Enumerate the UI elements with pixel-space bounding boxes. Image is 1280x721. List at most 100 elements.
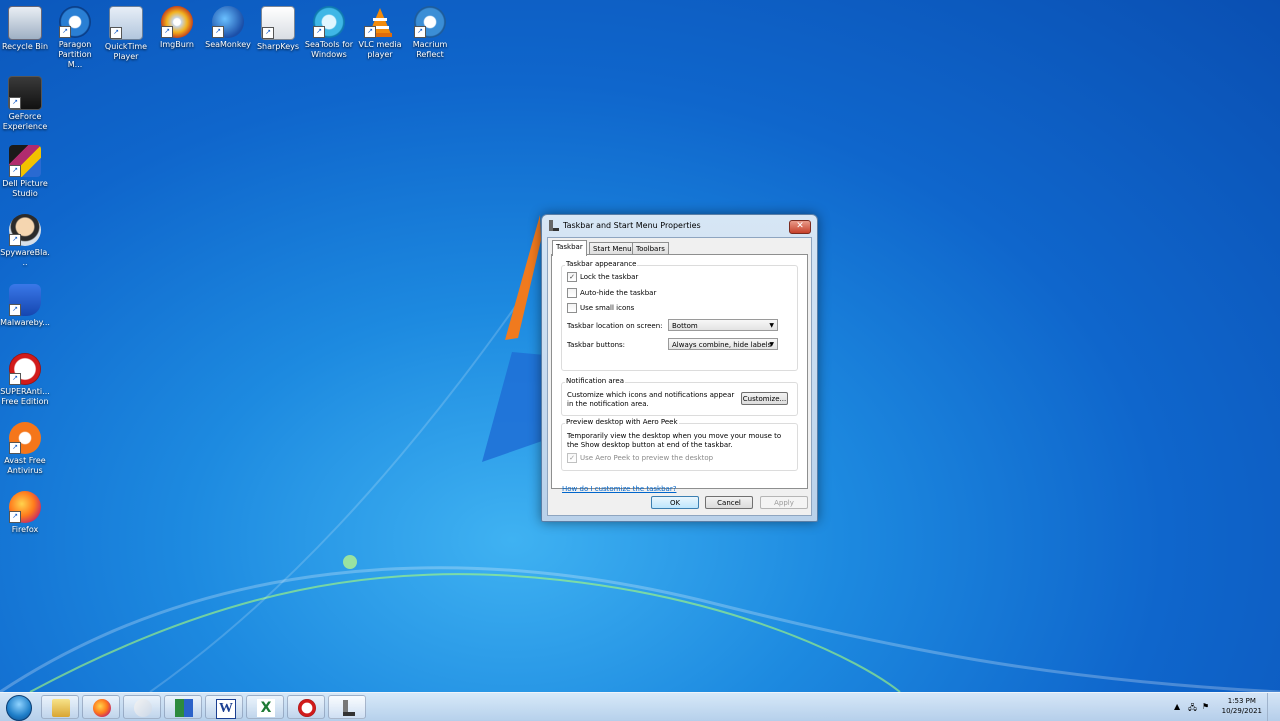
icon-label: Malwareby... — [0, 318, 50, 327]
icon-label: Macrium Reflect — [412, 40, 448, 59]
show-hidden-icons-icon[interactable]: ▲ — [1174, 702, 1180, 711]
small-icons-option[interactable]: Use small icons — [567, 303, 634, 313]
tab-taskbar[interactable]: Taskbar — [552, 240, 587, 256]
checkbox-label: Lock the taskbar — [580, 273, 639, 281]
malwarebytes-icon: ↗ — [9, 284, 41, 316]
macrium-icon: ↗ — [414, 6, 446, 38]
icon-label: SeaMonkey — [205, 40, 251, 49]
desktop-icon-firefox[interactable]: ↗ Firefox — [0, 487, 50, 535]
desktop-icon-seatools[interactable]: ↗ SeaTools for Windows — [304, 2, 354, 60]
taskbar-button-explorer[interactable] — [41, 695, 79, 719]
cancel-button[interactable]: Cancel — [705, 496, 753, 509]
desktop-icon-dell-picture-studio[interactable]: ↗ Dell Picture Studio — [0, 141, 50, 199]
desktop-icon-paragon[interactable]: ↗ Paragon Partition M... — [50, 2, 100, 70]
location-dropdown[interactable]: Bottom ▼ — [668, 319, 778, 331]
word-icon: W — [216, 699, 236, 719]
windows-logo-icon — [6, 695, 32, 721]
firefox-icon: ↗ — [9, 491, 41, 523]
shortcut-arrow-icon: ↗ — [9, 442, 21, 454]
aero-peek-option[interactable]: ✓ Use Aero Peek to preview the desktop — [567, 453, 713, 463]
network-icon[interactable]: 🖧 — [1188, 702, 1197, 716]
desktop-icon-avast[interactable]: ↗ Avast Free Antivirus — [0, 418, 50, 476]
action-center-flag-icon[interactable]: ⚑ — [1202, 702, 1209, 711]
quicktime-icon: ↗ — [109, 6, 143, 40]
shortcut-arrow-icon: ↗ — [9, 373, 21, 385]
close-button[interactable]: ✕ — [789, 220, 811, 234]
paragon-icon: ↗ — [59, 6, 91, 38]
firefox-icon — [93, 699, 111, 717]
icon-label: Recycle Bin — [1, 42, 49, 51]
imgburn-icon: ↗ — [161, 6, 193, 38]
notification-description: Customize which icons and notifications … — [567, 391, 735, 408]
buttons-dropdown[interactable]: Always combine, hide labels ▼ — [668, 338, 778, 350]
taskbar-button-firefox[interactable] — [82, 695, 120, 719]
chevron-down-icon: ▼ — [769, 341, 774, 348]
chevron-down-icon: ▼ — [769, 322, 774, 329]
paint-icon — [134, 699, 152, 717]
customize-button[interactable]: Customize... — [741, 392, 788, 405]
icon-label: SeaTools for Windows — [304, 40, 354, 59]
shortcut-arrow-icon: ↗ — [212, 26, 224, 38]
taskbar-properties-dialog: Taskbar and Start Menu Properties ✕ Task… — [541, 214, 818, 522]
icon-label: SpywareBla... — [0, 248, 50, 267]
shortcut-arrow-icon: ↗ — [161, 26, 173, 38]
desktop-icon-superantispyware[interactable]: ↗ SUPERAnti... Free Edition — [0, 349, 50, 407]
taskbar-button-excel[interactable]: X — [246, 695, 284, 719]
shortcut-arrow-icon: ↗ — [313, 26, 325, 38]
checkbox-label: Auto-hide the taskbar — [580, 289, 657, 297]
icon-label: Avast Free Antivirus — [4, 456, 46, 475]
group-title: Preview desktop with Aero Peek — [565, 418, 679, 426]
dialog-titlebar[interactable]: Taskbar and Start Menu Properties ✕ — [542, 215, 817, 237]
start-button[interactable] — [2, 694, 34, 721]
icon-label: ImgBurn — [159, 40, 194, 49]
ok-button[interactable]: OK — [651, 496, 699, 509]
autohide-option[interactable]: Auto-hide the taskbar — [567, 288, 656, 298]
apply-button[interactable]: Apply — [760, 496, 808, 509]
taskbar-button-word[interactable]: W — [205, 695, 243, 719]
aero-peek-checkbox[interactable]: ✓ — [567, 453, 577, 463]
taskbar: W X ▲ 🖧 ⚑ 1:53 PM 10/29/2021 — [0, 692, 1280, 721]
shortcut-arrow-icon: ↗ — [9, 511, 21, 523]
desktop-icon-recycle-bin[interactable]: Recycle Bin — [0, 2, 50, 52]
dell-picture-studio-icon: ↗ — [9, 145, 41, 177]
icon-label: SharpKeys — [256, 42, 300, 51]
taskbar-button-superantispyware[interactable] — [287, 695, 325, 719]
taskbar-button-taskbar-properties[interactable] — [328, 695, 366, 719]
shortcut-arrow-icon: ↗ — [9, 97, 21, 109]
taskbar-button-paint[interactable] — [123, 695, 161, 719]
tab-panel-taskbar: Taskbar appearance ✓ Lock the taskbar Aut… — [551, 254, 808, 493]
desktop-icon-geforce[interactable]: ↗ GeForce Experience — [0, 72, 50, 132]
help-link[interactable]: How do I customize the taskbar? — [562, 485, 676, 493]
taskbar-appearance-group: Taskbar appearance ✓ Lock the taskbar Aut… — [561, 260, 798, 371]
show-desktop-button[interactable] — [1267, 693, 1280, 721]
clock[interactable]: 1:53 PM 10/29/2021 — [1222, 696, 1262, 716]
desktop-icon-imgburn[interactable]: ↗ ImgBurn — [152, 2, 202, 50]
desktop-icon-vlc[interactable]: ↗ VLC media player — [355, 2, 405, 60]
buttons-label: Taskbar buttons: — [567, 341, 626, 349]
shortcut-arrow-icon: ↗ — [414, 26, 426, 38]
desktop-icon-seamonkey[interactable]: ↗ SeaMonkey — [203, 2, 253, 50]
group-title: Notification area — [565, 377, 625, 385]
taskbar-properties-icon — [339, 699, 357, 717]
lock-taskbar-checkbox[interactable]: ✓ — [567, 272, 577, 282]
desktop-icon-malwarebytes[interactable]: ↗ Malwareby... — [0, 280, 50, 328]
aero-description: Temporarily view the desktop when you mo… — [567, 432, 782, 449]
autohide-checkbox[interactable] — [567, 288, 577, 298]
location-label: Taskbar location on screen: — [567, 322, 663, 330]
small-icons-checkbox[interactable] — [567, 303, 577, 313]
desktop: Recycle Bin ↗ Paragon Partition M... ↗ Q… — [0, 0, 1280, 692]
superantispyware-icon: ↗ — [9, 353, 41, 385]
icon-label: Paragon Partition M... — [58, 40, 92, 69]
vlc-icon: ↗ — [364, 6, 396, 38]
shortcut-arrow-icon: ↗ — [364, 26, 376, 38]
icon-label: VLC media player — [358, 40, 402, 59]
network-app-icon — [175, 699, 193, 717]
desktop-icon-spywareblaster[interactable]: ↗ SpywareBla... — [0, 210, 50, 268]
seatools-icon: ↗ — [313, 6, 345, 38]
desktop-icon-quicktime[interactable]: ↗ QuickTime Player — [101, 2, 151, 62]
lock-taskbar-option[interactable]: ✓ Lock the taskbar — [567, 272, 638, 282]
desktop-icon-macrium[interactable]: ↗ Macrium Reflect — [405, 2, 455, 60]
desktop-icon-sharpkeys[interactable]: ↗ SharpKeys — [253, 2, 303, 52]
taskbar-properties-icon — [549, 220, 559, 231]
taskbar-button-network-app[interactable] — [164, 695, 202, 719]
